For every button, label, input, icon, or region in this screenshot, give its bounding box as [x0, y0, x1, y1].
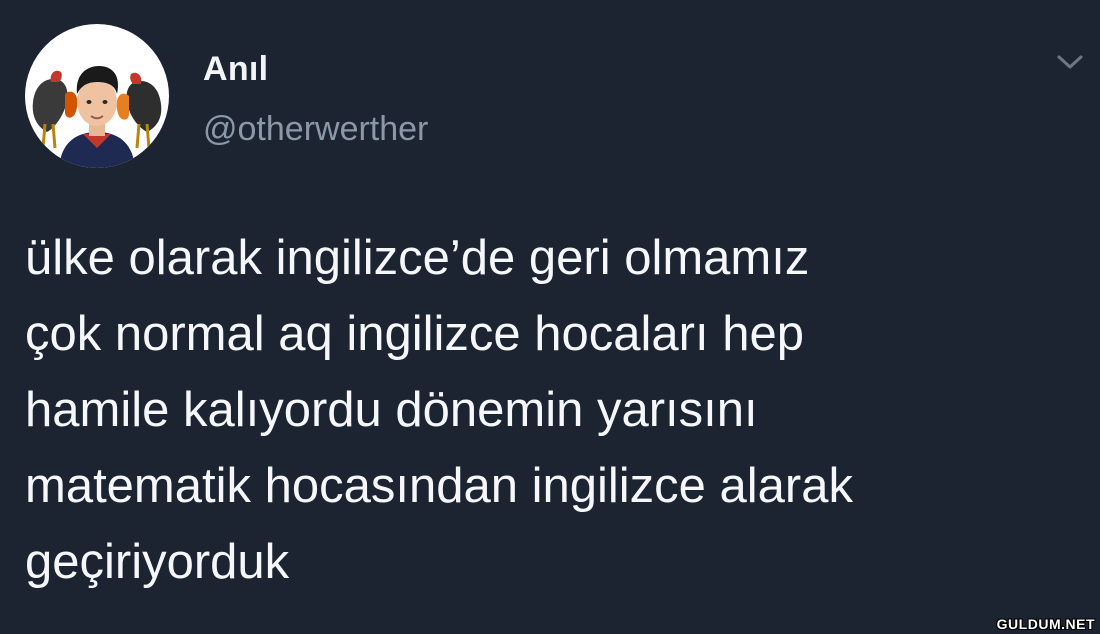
watermark: GULDUM.NET	[996, 616, 1095, 632]
avatar[interactable]	[25, 24, 169, 168]
tweet-text-line: ülke olarak ingilizce’de geri olmamız	[25, 231, 810, 285]
tweet-text: ülke olarak ingilizce’de geri olmamız ço…	[25, 220, 1085, 600]
avatar-image	[32, 66, 162, 168]
tweet-text-line: matematik hocasından ingilizce alarak	[25, 459, 853, 513]
tweet-card: Anıl @otherwerther ülke olarak ingilizce…	[0, 0, 1100, 634]
chevron-down-icon[interactable]	[1053, 50, 1087, 74]
display-name[interactable]: Anıl	[203, 50, 268, 89]
tweet-text-line: hamile kalıyordu dönemin yarısını	[25, 383, 758, 437]
user-handle[interactable]: @otherwerther	[203, 110, 428, 149]
tweet-text-line: çok normal aq ingilizce hocaları hep	[25, 307, 804, 361]
tweet-text-line: geçiriyorduk	[25, 535, 290, 589]
